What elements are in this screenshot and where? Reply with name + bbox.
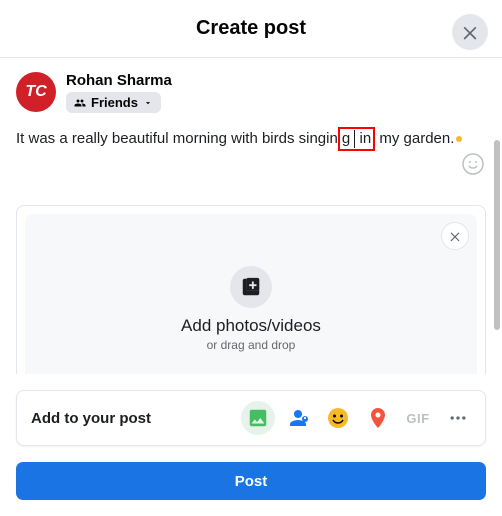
composer-text-after: my garden. <box>375 129 454 149</box>
media-close-button[interactable] <box>441 222 469 250</box>
friends-icon <box>74 97 86 109</box>
more-options-button[interactable] <box>445 405 471 431</box>
composer-text-before: It was a really beautiful morning with b… <box>16 129 338 149</box>
gif-button[interactable]: GIF <box>405 405 431 431</box>
media-upload-area: Add photos/videos or drag and drop <box>16 205 486 374</box>
post-button[interactable]: Post <box>16 462 486 500</box>
avatar[interactable]: TC <box>16 72 56 112</box>
media-upload-icon-wrap <box>230 266 272 308</box>
post-button-label: Post <box>235 473 268 490</box>
emoji-picker-button[interactable] <box>460 151 486 177</box>
modal-header: Create post <box>0 0 502 58</box>
feeling-icon <box>326 406 350 430</box>
add-photo-icon <box>240 276 262 298</box>
add-to-post-bar: Add to your post GIF <box>16 390 486 446</box>
photo-icon <box>247 407 269 429</box>
smile-icon <box>461 152 485 176</box>
feeling-button[interactable] <box>325 405 351 431</box>
check-in-button[interactable] <box>365 405 391 431</box>
scrollbar[interactable] <box>494 140 500 330</box>
audience-label: Friends <box>91 95 138 110</box>
person-icon <box>286 406 310 430</box>
media-dropzone[interactable]: Add photos/videos or drag and drop <box>25 214 477 374</box>
close-icon <box>460 22 480 42</box>
location-icon <box>366 406 390 430</box>
close-icon <box>448 229 462 243</box>
add-photo-button[interactable] <box>245 405 271 431</box>
add-to-post-icons: GIF <box>245 405 471 431</box>
modal-title: Create post <box>196 17 306 40</box>
media-subtitle: or drag and drop <box>207 338 296 352</box>
user-meta: Rohan Sharma Friends <box>66 72 172 113</box>
more-icon <box>448 408 468 428</box>
grammar-indicator-icon <box>456 136 462 142</box>
user-name: Rohan Sharma <box>66 72 172 89</box>
create-post-modal: Create post TC Rohan Sharma Friends It w… <box>0 0 502 516</box>
cursor-highlight: g in <box>338 127 375 151</box>
modal-body: TC Rohan Sharma Friends It was a really … <box>0 58 502 374</box>
caret-down-icon <box>143 98 153 108</box>
tag-people-button[interactable] <box>285 405 311 431</box>
add-to-post-label: Add to your post <box>31 410 151 427</box>
media-title: Add photos/videos <box>181 316 321 336</box>
audience-selector[interactable]: Friends <box>66 92 161 113</box>
post-text-input[interactable]: It was a really beautiful morning with b… <box>16 127 486 177</box>
user-row: TC Rohan Sharma Friends <box>16 72 486 113</box>
close-button[interactable] <box>452 14 488 50</box>
